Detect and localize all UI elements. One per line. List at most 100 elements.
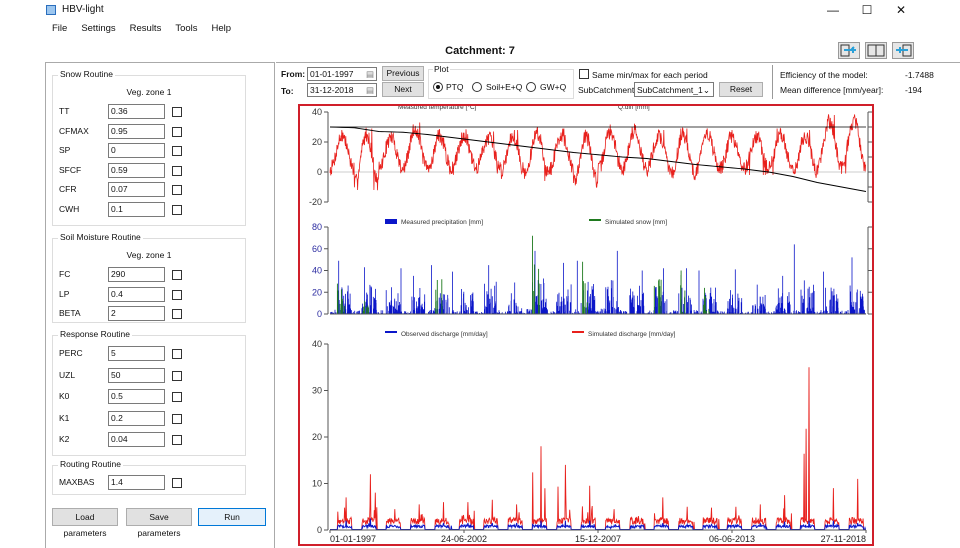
temperature-series (329, 114, 866, 191)
legend-label: Observed discharge [mm/day] (401, 331, 488, 338)
radio-ptq[interactable] (433, 82, 443, 92)
y-tick-label: 20 (312, 432, 322, 442)
param-checkbox[interactable] (172, 349, 182, 359)
param-input-fc[interactable]: 290 (108, 267, 165, 282)
minimize-button[interactable]: — (818, 2, 848, 18)
menu-file[interactable]: File (45, 21, 74, 37)
param-input-lp[interactable]: 0.4 (108, 286, 165, 302)
control-bar: From: 01-01-1997 ▤ To: 31-12-2018 ▤ Previo… (276, 62, 960, 102)
group-title: Soil Moisture Routine (58, 232, 143, 242)
to-date-value: 31-12-2018 (310, 85, 354, 95)
menu-tools[interactable]: Tools (168, 21, 204, 37)
menu-settings[interactable]: Settings (74, 21, 122, 37)
param-input-cwh[interactable]: 0.1 (108, 201, 165, 217)
param-checkbox[interactable] (172, 309, 182, 319)
param-checkbox[interactable] (172, 126, 182, 137)
param-label: MAXBAS (59, 477, 95, 487)
param-checkbox[interactable] (172, 478, 182, 488)
radio-gw-q[interactable] (526, 82, 536, 92)
param-checkbox[interactable] (172, 185, 182, 195)
param-input-tt[interactable]: 0.36 (108, 104, 165, 119)
group-title: Routing Routine (58, 459, 123, 469)
panel-left-button[interactable] (838, 42, 860, 59)
load-parameters-button[interactable]: Load parameters (52, 508, 118, 538)
param-checkbox[interactable] (172, 270, 182, 280)
param-checkbox[interactable] (172, 392, 182, 402)
y-tick-label: 0 (317, 525, 322, 535)
param-row-k0: K0 0.5 (59, 389, 239, 404)
param-checkbox[interactable] (172, 289, 182, 300)
param-label: PERC (59, 348, 83, 358)
legend-label: Q.diff [mm] (618, 106, 650, 111)
panel-right-icon (896, 44, 912, 57)
subcatchment-select[interactable]: SubCatchment_1 ⌄ (634, 82, 714, 97)
param-row-uzl: UZL 50 (59, 367, 239, 383)
next-button[interactable]: Next (382, 82, 424, 97)
param-input-beta[interactable]: 2 (108, 306, 165, 321)
mean-difference-label: Mean difference [mm/year]: (780, 85, 884, 95)
same-minmax-checkbox[interactable] (579, 69, 589, 79)
param-label: SP (59, 145, 71, 155)
mean-difference-value: -194 (905, 85, 923, 95)
to-date-input[interactable]: 31-12-2018 ▤ (307, 83, 377, 97)
menu-help[interactable]: Help (205, 21, 239, 37)
legend-label: Measured precipitation [mm] (401, 219, 483, 226)
param-row-cfmax: CFMAX 0.95 (59, 123, 239, 139)
param-checkbox[interactable] (172, 370, 182, 381)
y-tick-label: 0 (317, 167, 322, 177)
param-row-tt: TT 0.36 (59, 104, 239, 119)
param-row-k1: K1 0.2 (59, 410, 239, 426)
param-label: FC (59, 269, 71, 279)
save-parameters-button[interactable]: Save parameters (126, 508, 192, 538)
from-date-input[interactable]: 01-01-1997 ▤ (307, 67, 377, 81)
y-tick-label: 20 (312, 137, 322, 147)
param-checkbox[interactable] (172, 435, 182, 445)
y-tick-label: 60 (312, 244, 322, 254)
param-input-sfcf[interactable]: 0.59 (108, 162, 165, 178)
param-row-sfcf: SFCF 0.59 (59, 162, 239, 178)
radio-ptq-label: PTQ (446, 82, 464, 92)
param-input-sp[interactable]: 0 (108, 143, 165, 158)
previous-button[interactable]: Previous (382, 66, 424, 81)
y-tick-label: 40 (312, 107, 322, 117)
param-input-perc[interactable]: 5 (108, 346, 165, 361)
legend-swatch (589, 219, 601, 221)
param-input-uzl[interactable]: 50 (108, 367, 165, 383)
group-title: Response Routine (58, 329, 132, 339)
radio-soil-e-q[interactable] (472, 82, 482, 92)
close-button[interactable]: ✕ (886, 2, 916, 18)
param-row-cwh: CWH 0.1 (59, 201, 239, 217)
param-input-k0[interactable]: 0.5 (108, 389, 165, 404)
y-tick-label: 20 (312, 287, 322, 297)
divider (772, 65, 773, 99)
maximize-button[interactable]: ☐ (852, 2, 882, 18)
param-input-cfmax[interactable]: 0.95 (108, 123, 165, 139)
run-button[interactable]: Run (198, 508, 266, 526)
panel-right-button[interactable] (892, 42, 914, 59)
snow-bars (336, 235, 710, 314)
param-checkbox[interactable] (172, 204, 182, 215)
param-label: SFCF (59, 164, 82, 175)
param-row-fc: FC 290 (59, 267, 239, 282)
x-tick-label: 27-11-2018 (821, 534, 866, 544)
param-checkbox[interactable] (172, 165, 182, 176)
menu-bar: File Settings Results Tools Help (45, 21, 238, 37)
reset-button[interactable]: Reset (719, 82, 763, 97)
calendar-icon[interactable]: ▤ (366, 84, 374, 97)
legend-swatch (385, 219, 397, 224)
param-checkbox[interactable] (172, 413, 182, 424)
param-input-cfr[interactable]: 0.07 (108, 182, 165, 197)
param-input-maxbas[interactable]: 1.4 (108, 475, 165, 490)
menu-results[interactable]: Results (123, 21, 169, 37)
param-input-k1[interactable]: 0.2 (108, 410, 165, 426)
param-checkbox[interactable] (172, 146, 182, 156)
precipitation-bars (329, 244, 866, 314)
param-input-k2[interactable]: 0.04 (108, 432, 165, 447)
param-checkbox[interactable] (172, 107, 182, 117)
y-tick-label: 40 (312, 339, 322, 349)
calendar-icon[interactable]: ▤ (366, 68, 374, 81)
split-view-button[interactable] (865, 42, 887, 59)
app-icon (46, 5, 56, 15)
x-tick-label: 01-01-1997 (330, 534, 376, 544)
veg-zone-label: Veg. zone 1 (126, 87, 172, 97)
